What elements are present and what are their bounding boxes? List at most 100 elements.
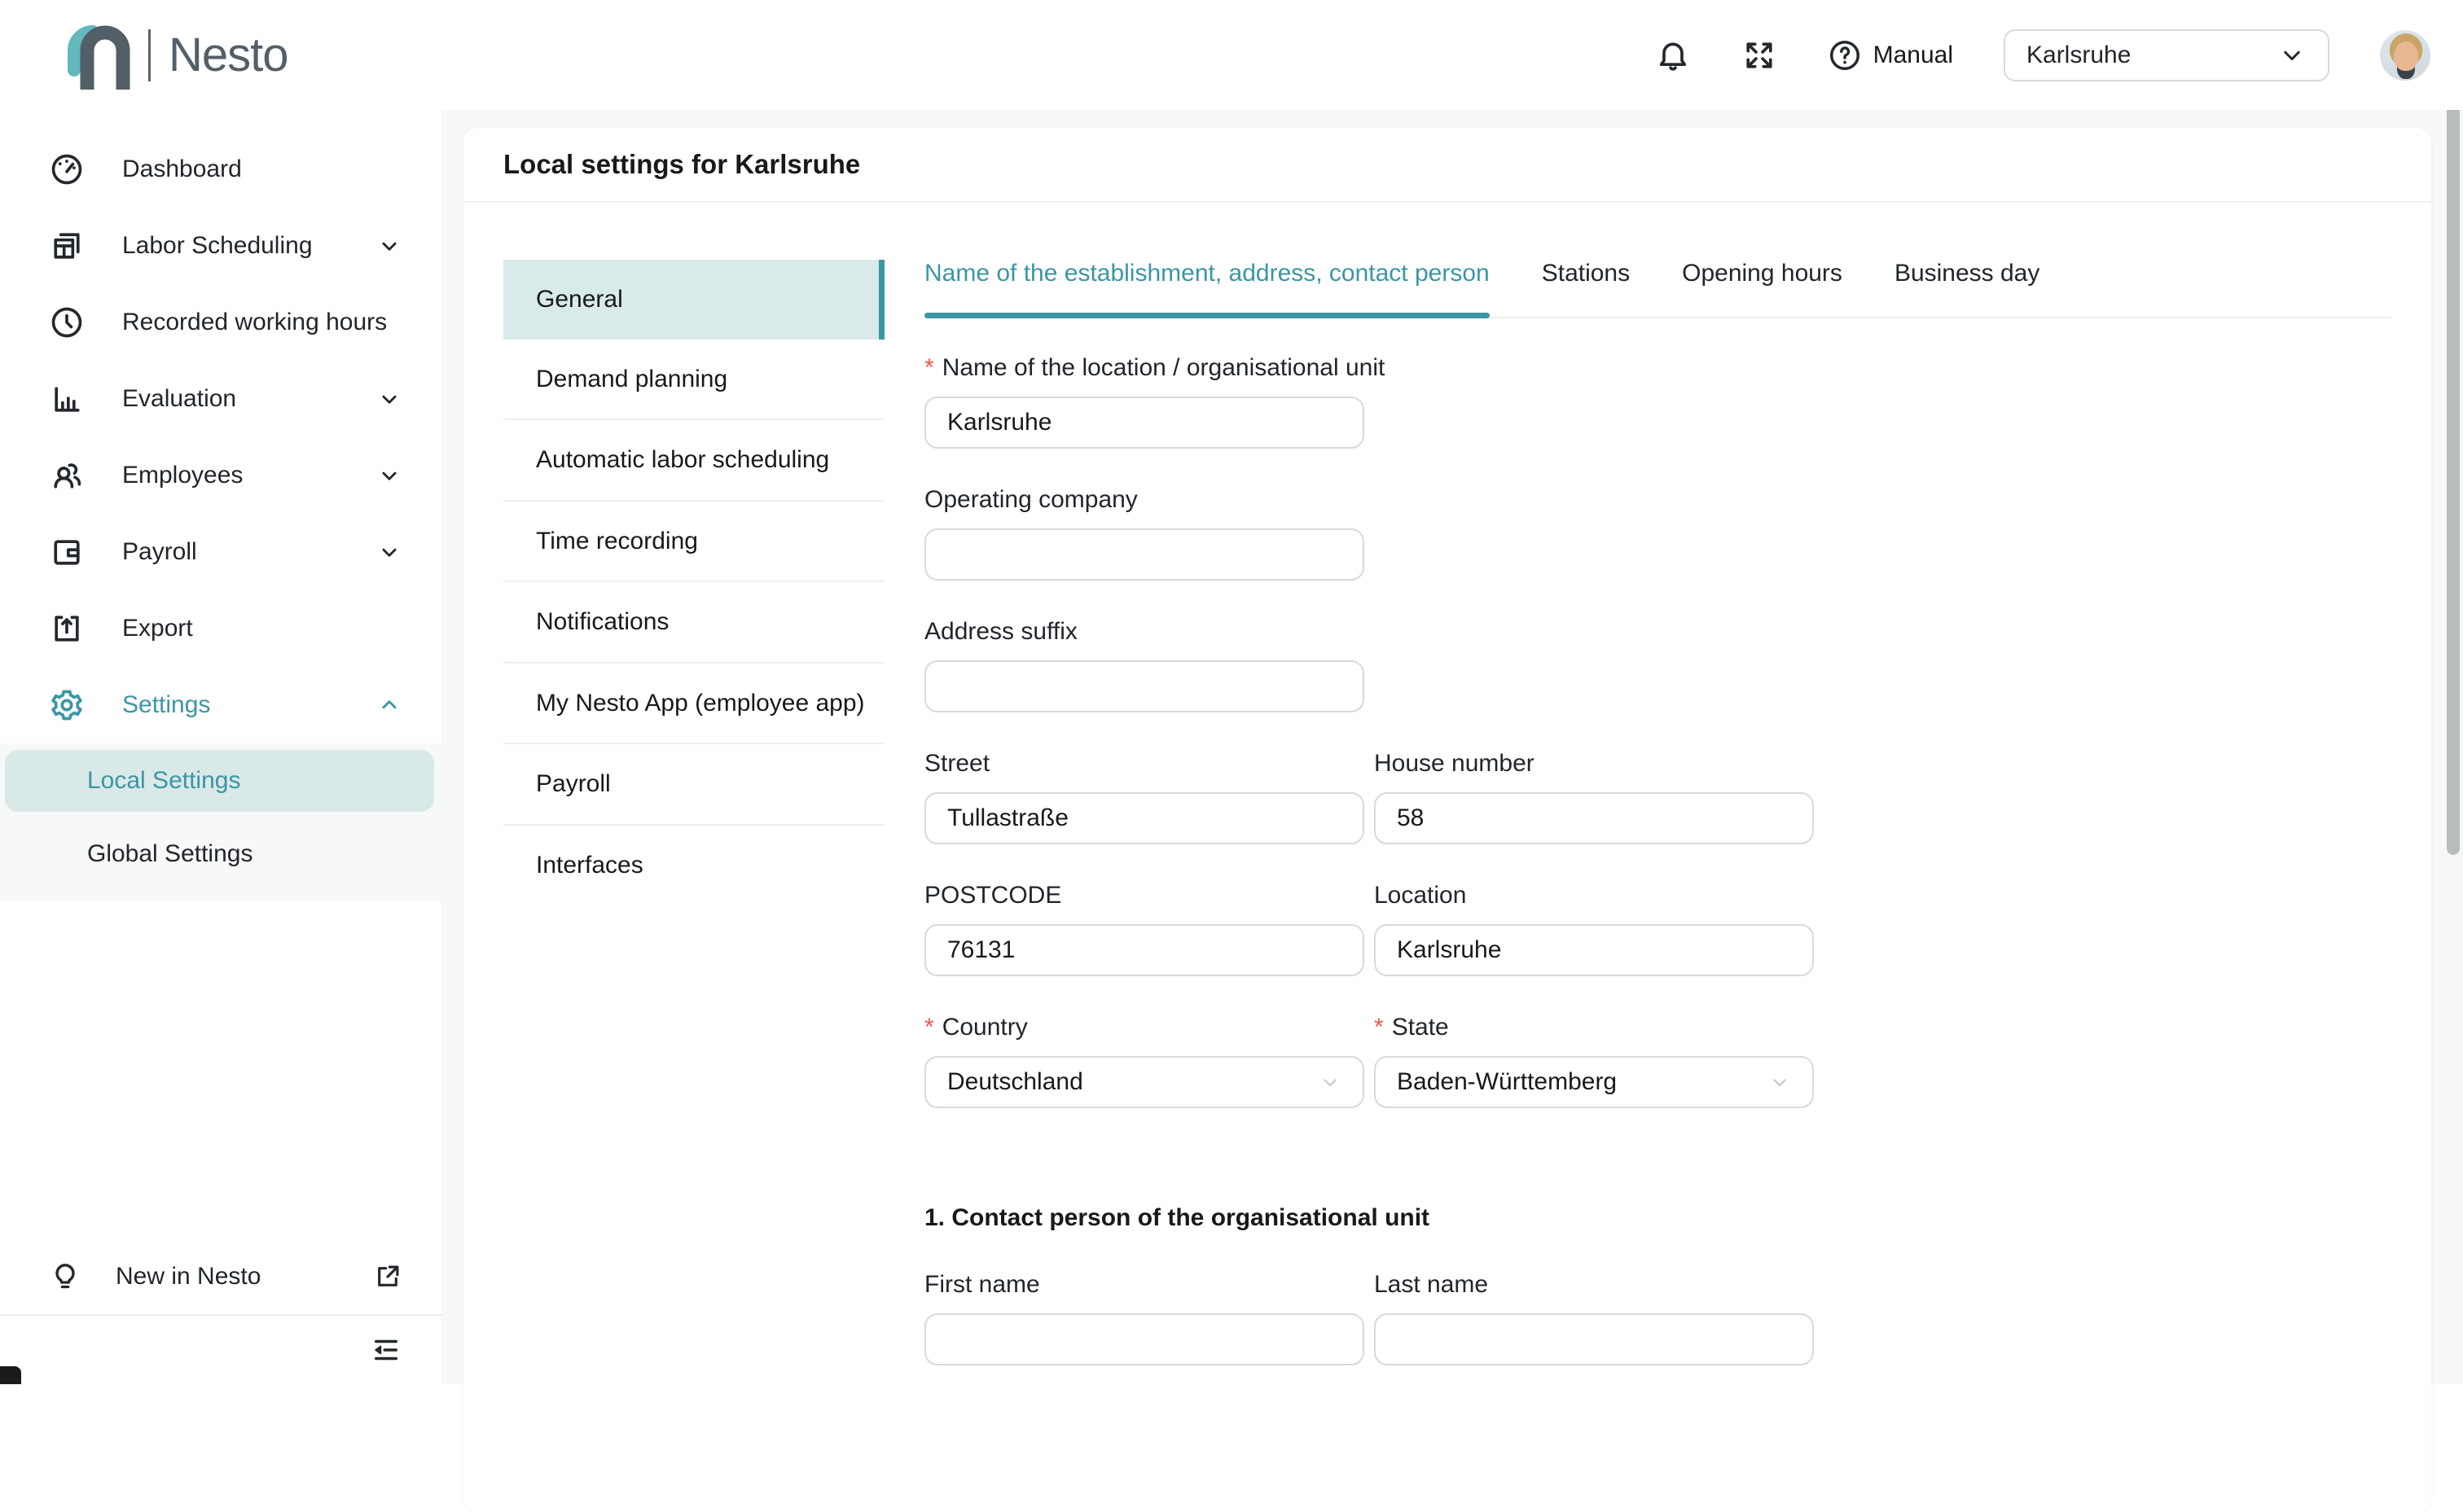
nav-item-demand-planning[interactable]: Demand planning	[503, 340, 885, 419]
collapse-sidebar-button[interactable]	[369, 1333, 403, 1367]
gear-icon	[49, 687, 85, 723]
schedule-grid-icon	[49, 228, 85, 264]
new-in-nesto-link[interactable]: New in Nesto	[0, 1239, 442, 1314]
sidebar-item-label: Payroll	[122, 538, 197, 566]
nav-item-general[interactable]: General	[503, 260, 885, 340]
local-settings-card: Local settings for Karlsruhe General Dem…	[463, 128, 2431, 1512]
page-scrollbar-thumb[interactable]	[2447, 95, 2460, 855]
field-label-state: * State	[1374, 1014, 1814, 1041]
chevron-down-icon	[2277, 41, 2307, 70]
sidebar-item-recorded-working-hours[interactable]: Recorded working hours	[0, 284, 442, 361]
main-content-area: Local settings for Karlsruhe General Dem…	[444, 110, 2463, 1384]
chevron-down-icon	[1767, 1069, 1793, 1095]
sidebar-item-settings[interactable]: Settings	[0, 667, 442, 743]
logo-divider	[148, 29, 151, 81]
bell-icon	[1655, 37, 1691, 73]
field-label-operating-company: Operating company	[924, 486, 1814, 514]
sidebar-item-label: Dashboard	[122, 156, 242, 183]
sidebar-item-label: Labor Scheduling	[122, 232, 313, 260]
clock-icon	[49, 305, 85, 340]
postcode-input[interactable]	[924, 924, 1364, 976]
nav-item-notifications[interactable]: Notifications	[503, 581, 885, 662]
state-select-value: Baden-Württemberg	[1397, 1068, 1617, 1096]
sidebar-item-labor-scheduling[interactable]: Labor Scheduling	[0, 208, 442, 284]
sidebar: Dashboard Labor Scheduling Recorded work…	[0, 110, 443, 1384]
chevron-down-icon	[375, 385, 403, 413]
field-label-address-suffix: Address suffix	[924, 618, 1814, 646]
fullscreen-button[interactable]	[1741, 37, 1777, 73]
nav-item-automatic-labor-scheduling[interactable]: Automatic labor scheduling	[503, 419, 885, 500]
manual-label: Manual	[1873, 42, 1953, 69]
top-bar: Nesto Manual Karlsruhe	[0, 0, 2463, 110]
external-link-icon	[372, 1261, 403, 1292]
tab-bar: Name of the establishment, address, cont…	[924, 260, 2391, 318]
dashboard-icon	[49, 151, 85, 187]
tab-stations[interactable]: Stations	[1542, 260, 1630, 317]
location-selector-value: Karlsruhe	[2026, 42, 2131, 69]
location-input[interactable]	[1374, 924, 1814, 976]
collapse-sidebar-icon	[369, 1333, 403, 1367]
country-select[interactable]: Deutschland	[924, 1056, 1364, 1108]
sidebar-item-employees[interactable]: Employees	[0, 437, 442, 514]
nesto-logo: Nesto	[62, 20, 288, 91]
name-unit-input[interactable]	[924, 397, 1364, 449]
last-name-input[interactable]	[1374, 1313, 1814, 1365]
bar-chart-icon	[49, 381, 85, 417]
nav-item-interfaces[interactable]: Interfaces	[503, 824, 885, 905]
contact-person-heading: 1. Contact person of the organisational …	[924, 1204, 1814, 1232]
expand-icon	[1741, 37, 1777, 73]
sidebar-item-payroll[interactable]: Payroll	[0, 514, 442, 590]
operating-company-input[interactable]	[924, 528, 1364, 581]
sidebar-item-label: Employees	[122, 462, 243, 489]
chevron-down-icon	[375, 462, 403, 489]
address-suffix-input[interactable]	[924, 660, 1364, 712]
field-label-country: * Country	[924, 1014, 1364, 1041]
sidebar-item-dashboard[interactable]: Dashboard	[0, 131, 442, 208]
required-asterisk: *	[924, 1014, 934, 1041]
field-label-last-name: Last name	[1374, 1271, 1814, 1299]
tab-name-address-contact[interactable]: Name of the establishment, address, cont…	[924, 260, 1490, 317]
chevron-up-icon	[375, 691, 403, 719]
nav-item-time-recording[interactable]: Time recording	[503, 500, 885, 581]
logo-text: Nesto	[169, 28, 288, 82]
notifications-button[interactable]	[1655, 37, 1691, 73]
sidebar-item-label: Export	[122, 615, 193, 642]
manual-help-button[interactable]: Manual	[1828, 38, 1953, 72]
settings-section-nav: General Demand planning Automatic labor …	[503, 260, 885, 1403]
sidebar-subitem-label: Local Settings	[87, 767, 240, 795]
nesto-logo-mark	[62, 20, 130, 91]
state-select[interactable]: Baden-Württemberg	[1374, 1056, 1814, 1108]
tab-opening-hours[interactable]: Opening hours	[1682, 260, 1842, 317]
sidebar-item-evaluation[interactable]: Evaluation	[0, 361, 442, 437]
first-name-input[interactable]	[924, 1313, 1364, 1365]
sidebar-collapse-row	[0, 1314, 442, 1384]
nav-item-payroll[interactable]: Payroll	[503, 743, 885, 824]
tab-business-day[interactable]: Business day	[1894, 260, 2039, 317]
lightbulb-icon	[49, 1260, 81, 1293]
street-input[interactable]	[924, 792, 1364, 844]
location-selector[interactable]: Karlsruhe	[2004, 29, 2329, 81]
nav-item-my-nesto-app[interactable]: My Nesto App (employee app)	[503, 662, 885, 743]
establishment-form: * Name of the location / organisational …	[924, 354, 1814, 1365]
country-select-value: Deutschland	[947, 1068, 1083, 1096]
chat-widget-corner[interactable]	[0, 1366, 21, 1384]
sidebar-item-local-settings[interactable]: Local Settings	[5, 750, 434, 812]
new-in-nesto-label: New in Nesto	[116, 1263, 261, 1291]
wallet-icon	[49, 534, 85, 570]
page-title: Local settings for Karlsruhe	[503, 149, 860, 180]
field-label-street: Street	[924, 750, 1364, 778]
sidebar-subitem-label: Global Settings	[87, 840, 252, 868]
field-label-house-number: House number	[1374, 750, 1814, 778]
field-label-postcode: POSTCODE	[924, 882, 1364, 909]
house-number-input[interactable]	[1374, 792, 1814, 844]
sidebar-item-label: Evaluation	[122, 385, 236, 413]
user-avatar[interactable]	[2380, 30, 2430, 81]
sidebar-item-export[interactable]: Export	[0, 590, 442, 667]
card-header: Local settings for Karlsruhe	[463, 128, 2431, 203]
chevron-down-icon	[1317, 1069, 1343, 1095]
settings-submenu: Local Settings Global Settings	[0, 743, 442, 901]
sidebar-item-global-settings[interactable]: Global Settings	[0, 823, 442, 885]
people-icon	[49, 458, 85, 493]
required-asterisk: *	[1374, 1014, 1384, 1041]
field-label-name-unit: * Name of the location / organisational …	[924, 354, 1814, 382]
